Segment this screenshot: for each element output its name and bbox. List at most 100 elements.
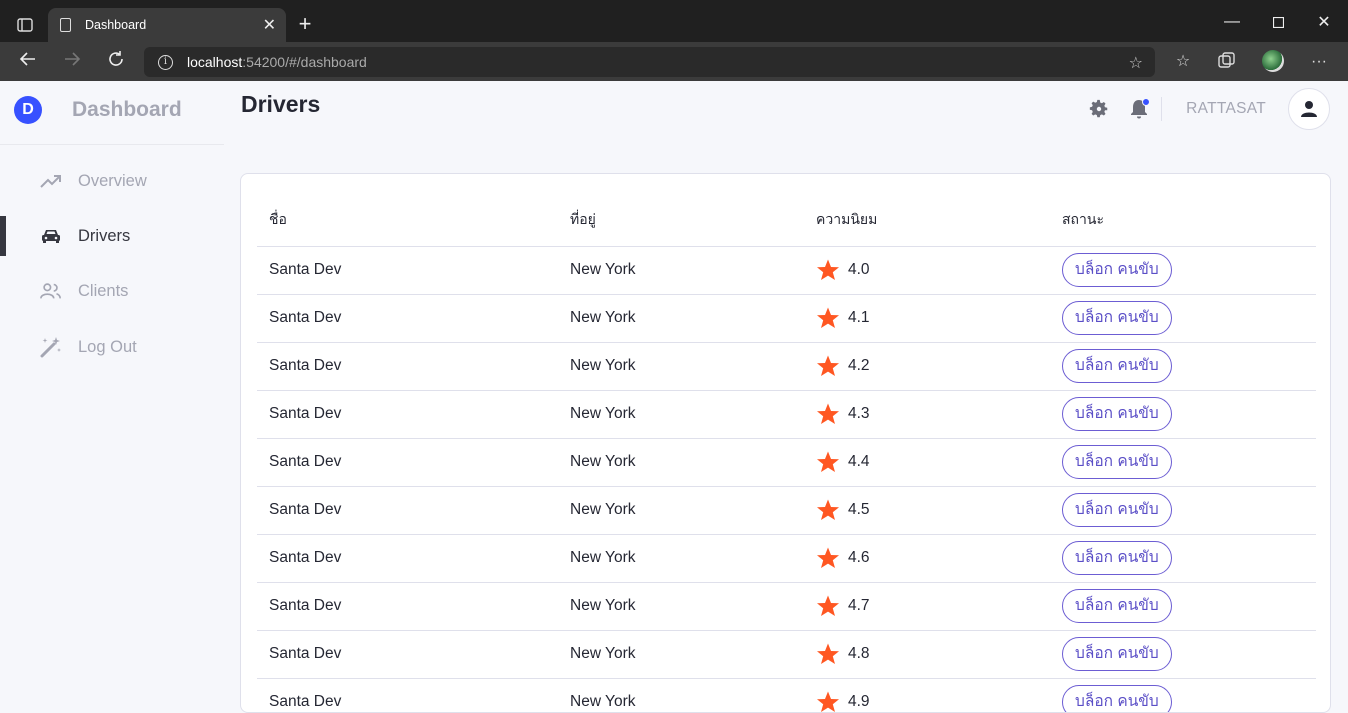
users-icon [40,280,62,302]
page-icon [60,18,71,32]
reload-button[interactable] [102,50,130,72]
driver-rating: 4.1 [804,294,1050,343]
rating-value: 4.7 [848,597,870,614]
app-root: D Dashboard Overview Drivers Clients Log… [0,81,1348,713]
driver-address: New York [558,294,804,343]
driver-address: New York [558,678,804,712]
sidebar-item-label: Clients [78,281,129,300]
bell-icon[interactable] [1127,97,1151,121]
driver-name: Santa Dev [257,438,558,487]
brand[interactable]: D Dashboard [14,95,182,125]
sidebar-item-drivers[interactable]: Drivers [0,216,224,256]
driver-name: Santa Dev [257,390,558,439]
driver-rating: 4.9 [804,678,1050,712]
block-driver-button[interactable]: บล็อก คนขับ [1062,301,1172,335]
rating-value: 4.9 [848,693,870,710]
table-row: Santa Dev New York 4.4 บล็อก คนขับ [257,438,1316,487]
favorites-icon[interactable]: ☆ [1172,52,1194,72]
gear-icon[interactable] [1087,97,1111,121]
block-driver-button[interactable]: บล็อก คนขับ [1062,253,1172,287]
driver-name: Santa Dev [257,246,558,295]
table-header-row: ชื่อ ที่อยู่ ความนิยม สถานะ [257,194,1316,247]
block-driver-button[interactable]: บล็อก คนขับ [1062,637,1172,671]
block-driver-button[interactable]: บล็อก คนขับ [1062,685,1172,712]
sidebar-item-clients[interactable]: Clients [0,271,224,311]
driver-rating: 4.6 [804,534,1050,583]
driver-name: Santa Dev [257,342,558,391]
table-row: Santa Dev New York 4.6 บล็อก คนขับ [257,534,1316,583]
driver-name: Santa Dev [257,294,558,343]
rating-cell: 4.1 [816,306,1050,330]
driver-name: Santa Dev [257,486,558,535]
sidebar-divider [0,144,224,145]
table-row: Santa Dev New York 4.2 บล็อก คนขับ [257,342,1316,391]
page-title: Drivers [241,91,321,117]
rating-value: 4.2 [848,357,870,374]
minimize-button[interactable]: — [1217,12,1247,32]
driver-status: บล็อก คนขับ [1050,678,1316,712]
driver-rating: 4.3 [804,390,1050,439]
brand-name: Dashboard [72,98,182,121]
block-driver-button[interactable]: บล็อก คนขับ [1062,541,1172,575]
star-icon [817,691,839,712]
drivers-table: ชื่อ ที่อยู่ ความนิยม สถานะ Santa Dev New… [257,194,1316,712]
block-driver-button[interactable]: บล็อก คนขับ [1062,349,1172,383]
collections-icon[interactable] [1216,52,1238,72]
star-icon [817,307,839,328]
driver-rating: 4.0 [804,246,1050,295]
browser-tab[interactable]: Dashboard ✕ [48,8,286,42]
notification-dot [1142,98,1151,106]
maximize-button[interactable] [1263,12,1293,32]
driver-rating: 4.4 [804,438,1050,487]
close-tab-icon[interactable]: ✕ [263,15,276,35]
table-body: Santa Dev New York 4.0 บล็อก คนขับ Santa Dev… [257,246,1316,712]
table-row: Santa Dev New York 4.7 บล็อก คนขับ [257,582,1316,631]
column-header-rating[interactable]: ความนิยม [804,194,1050,247]
driver-status: บล็อก คนขับ [1050,438,1316,487]
more-menu-icon[interactable]: ··· [1308,52,1330,72]
brand-logo: D [14,96,42,124]
driver-address: New York [558,438,804,487]
header-divider [1161,97,1163,121]
username: RATTASAT [1186,100,1266,117]
table-row: Santa Dev New York 4.3 บล็อก คนขับ [257,390,1316,439]
sidebar-item-logout[interactable]: Log Out [0,327,224,367]
block-driver-button[interactable]: บล็อก คนขับ [1062,493,1172,527]
profile-avatar[interactable] [1262,50,1284,72]
back-button[interactable] [14,50,42,72]
block-driver-button[interactable]: บล็อก คนขับ [1062,589,1172,623]
star-icon [817,595,839,616]
star-icon [817,643,839,664]
tab-title: Dashboard [85,18,147,32]
block-driver-button[interactable]: บล็อก คนขับ [1062,397,1172,431]
driver-address: New York [558,390,804,439]
close-window-button[interactable]: ✕ [1309,12,1339,32]
forward-button[interactable] [58,50,86,72]
user-avatar[interactable] [1288,88,1330,130]
rating-cell: 4.7 [816,594,1050,618]
url-input[interactable]: i localhost:54200/#/dashboard ☆ [144,47,1155,77]
rating-cell: 4.9 [816,690,1050,712]
column-header-address[interactable]: ที่อยู่ [558,194,804,247]
star-icon [817,355,839,376]
tab-actions-icon[interactable] [10,12,40,38]
block-driver-button[interactable]: บล็อก คนขับ [1062,445,1172,479]
browser-tab-bar: Dashboard ✕ + — ✕ [0,0,1348,42]
column-header-status[interactable]: สถานะ [1050,194,1316,247]
rating-value: 4.1 [848,309,870,326]
site-info-icon[interactable]: i [158,54,173,70]
rating-cell: 4.3 [816,402,1050,426]
rating-value: 4.5 [848,501,870,518]
new-tab-button[interactable]: + [294,12,316,38]
driver-name: Santa Dev [257,630,558,679]
driver-address: New York [558,342,804,391]
add-favorite-icon[interactable]: ☆ [1129,53,1143,73]
sidebar-item-overview[interactable]: Overview [0,161,224,201]
drivers-card: ชื่อ ที่อยู่ ความนิยม สถานะ Santa Dev New… [240,173,1331,713]
column-header-name[interactable]: ชื่อ [257,194,558,247]
rating-value: 4.6 [848,549,870,566]
sidebar: D Dashboard Overview Drivers Clients Log… [0,81,224,694]
driver-address: New York [558,246,804,295]
rating-cell: 4.8 [816,642,1050,666]
sidebar-item-label: Drivers [78,226,131,245]
